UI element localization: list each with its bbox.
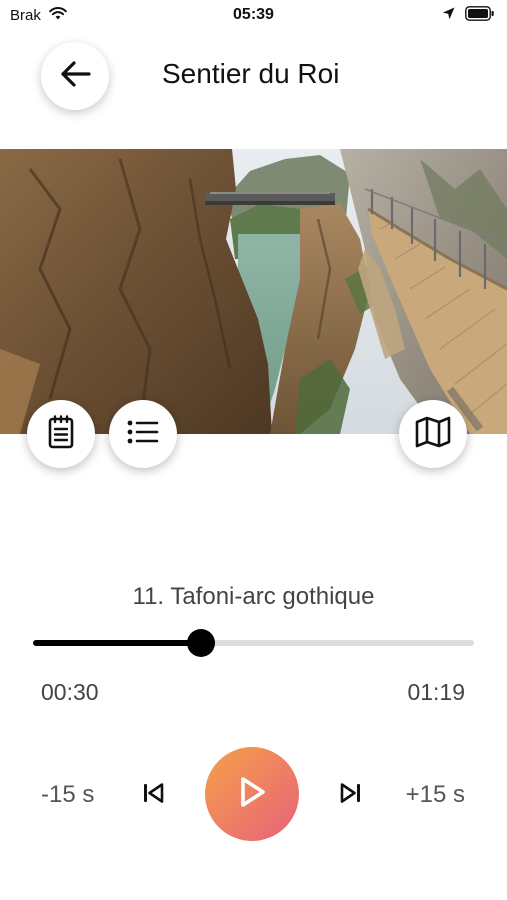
location-arrow-icon bbox=[442, 7, 455, 25]
status-indicators bbox=[442, 6, 495, 26]
previous-track-button[interactable] bbox=[138, 780, 168, 810]
notes-button[interactable] bbox=[27, 400, 95, 468]
play-icon bbox=[236, 775, 268, 814]
play-button[interactable] bbox=[205, 747, 299, 841]
map-button[interactable] bbox=[399, 400, 467, 468]
notes-icon bbox=[47, 414, 75, 454]
map-icon bbox=[415, 416, 451, 453]
next-track-button[interactable] bbox=[336, 780, 366, 810]
progress-handle[interactable] bbox=[186, 629, 215, 657]
battery-icon bbox=[465, 6, 495, 26]
progress-fill bbox=[33, 640, 201, 646]
track-title: 11. Tafoni-arc gothique bbox=[132, 583, 375, 610]
elapsed-time: 00:30 bbox=[41, 679, 99, 705]
rewind-15-button[interactable]: -15 s bbox=[41, 781, 94, 809]
skip-previous-icon bbox=[141, 782, 165, 809]
status-bar: Brak 05:39 bbox=[0, 0, 507, 30]
track-list-button[interactable] bbox=[109, 400, 177, 468]
progress-slider[interactable] bbox=[33, 629, 474, 657]
total-time: 01:19 bbox=[407, 679, 465, 705]
status-time: 05:39 bbox=[233, 6, 274, 23]
skip-next-icon bbox=[339, 782, 363, 809]
list-icon bbox=[127, 420, 159, 449]
page-title: Sentier du Roi bbox=[162, 58, 340, 89]
forward-15-button[interactable]: +15 s bbox=[406, 781, 465, 809]
arrow-left-icon bbox=[59, 60, 91, 93]
back-button[interactable] bbox=[41, 42, 109, 110]
hero-image bbox=[0, 149, 507, 434]
